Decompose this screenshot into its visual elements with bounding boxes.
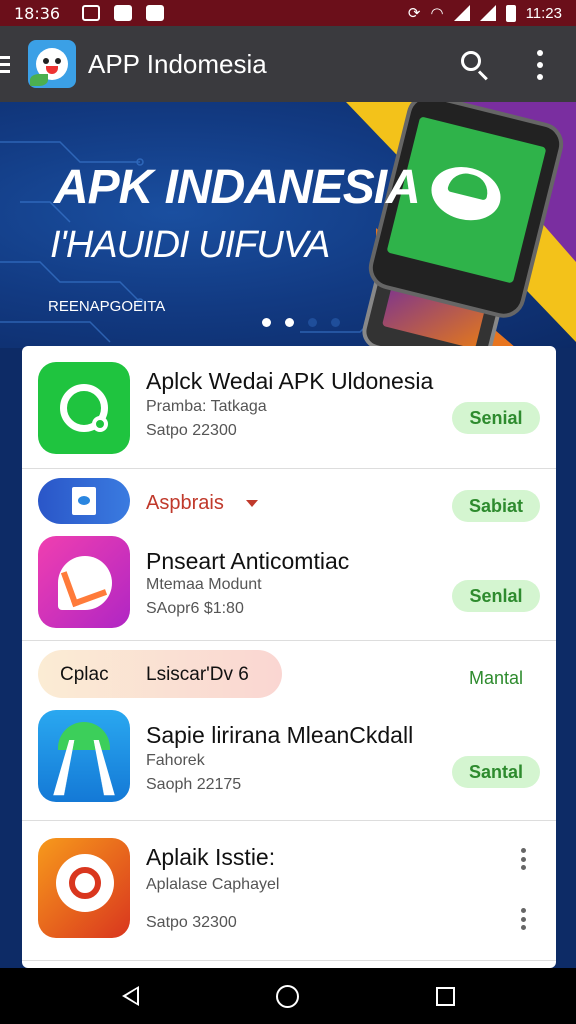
divider bbox=[22, 960, 556, 961]
chevron-down-icon[interactable] bbox=[246, 500, 258, 507]
app-icon-blue[interactable] bbox=[38, 710, 130, 802]
status-bar: 18:36 ⟳ ◠ 11:23 bbox=[0, 0, 576, 26]
app-size: SAopr6 $1:80 bbox=[146, 600, 244, 617]
divider bbox=[22, 640, 556, 641]
category-label[interactable]: Aspbrais bbox=[146, 492, 224, 515]
recent-apps-icon[interactable] bbox=[436, 987, 455, 1006]
carousel-dot-1[interactable] bbox=[262, 318, 271, 327]
list-item[interactable]: Sapie lirirana MleanCkdall Fahorek Saoph… bbox=[22, 702, 556, 820]
app-name: Aplaik Isstie: bbox=[146, 844, 276, 870]
chip-label-left: Cplac bbox=[60, 664, 109, 685]
flipboard-notification-icon bbox=[114, 5, 133, 21]
app-size: Satpo 32300 bbox=[146, 914, 237, 931]
carousel-dot-3[interactable] bbox=[308, 318, 317, 327]
category-icon[interactable] bbox=[38, 478, 130, 524]
menu-icon[interactable] bbox=[0, 55, 14, 73]
system-nav-bar bbox=[0, 968, 576, 1024]
manual-button[interactable]: Mantal bbox=[452, 662, 540, 694]
app-developer: Aplalase Caphayel bbox=[146, 876, 280, 893]
carousel-dot-4[interactable] bbox=[331, 318, 340, 327]
battery-icon bbox=[505, 4, 516, 22]
status-time: 18:36 bbox=[14, 3, 61, 23]
install-button[interactable]: Sabiat bbox=[452, 490, 540, 522]
list-item[interactable]: Aplck Wedai APK Uldonesia Pramba: Tatkag… bbox=[22, 346, 556, 468]
app-name: Aplck Wedai APK Uldonesia bbox=[146, 368, 434, 394]
message-notification-icon bbox=[146, 5, 165, 21]
divider bbox=[22, 468, 556, 469]
app-bar: APP Indomesia bbox=[0, 26, 576, 102]
app-developer: Pramba: Tatkaga bbox=[146, 398, 267, 415]
app-icon-pink[interactable] bbox=[38, 536, 130, 628]
install-button[interactable]: Santal bbox=[452, 756, 540, 788]
app-developer: Mtemaa Modunt bbox=[146, 576, 262, 593]
signal-icon bbox=[453, 5, 470, 21]
app-logo bbox=[28, 40, 76, 88]
status-right-time: 11:23 bbox=[525, 4, 562, 22]
app-title: APP Indomesia bbox=[88, 48, 267, 79]
app-icon-green[interactable] bbox=[38, 362, 130, 454]
more-vert-icon[interactable] bbox=[518, 848, 528, 870]
carousel-indicator[interactable] bbox=[262, 318, 340, 327]
list-item[interactable]: Aplaik Isstie: Aplalase Caphayel Satpo 3… bbox=[22, 820, 556, 960]
app-name: Pnseart Anticomtiac bbox=[146, 548, 350, 574]
carousel-dot-2[interactable] bbox=[285, 318, 294, 327]
search-icon[interactable] bbox=[458, 48, 492, 82]
more-vert-icon[interactable] bbox=[518, 908, 528, 930]
filter-chip[interactable]: Cplac Lsiscar'Dv 6 bbox=[38, 650, 282, 698]
app-list: Aplck Wedai APK Uldonesia Pramba: Tatkag… bbox=[22, 346, 556, 968]
sync-icon: ⟳ bbox=[407, 5, 421, 22]
banner-title: APK INDANESIA bbox=[54, 161, 421, 214]
banner-subtitle: I'HAUIDI UIFUVA bbox=[50, 224, 330, 266]
app-developer: Fahorek bbox=[146, 752, 205, 769]
install-button[interactable]: Senial bbox=[452, 402, 540, 434]
list-item[interactable]: Pnseart Anticomtiac Mtemaa Modunt SAopr6… bbox=[22, 526, 556, 640]
status-right: ⟳ ◠ 11:23 bbox=[408, 4, 562, 22]
wifi-icon: ◠ bbox=[430, 5, 444, 22]
app-icon-orange[interactable] bbox=[38, 838, 130, 938]
home-icon[interactable] bbox=[276, 985, 299, 1008]
app-name: Sapie lirirana MleanCkdall bbox=[146, 722, 414, 748]
more-options-icon[interactable] bbox=[530, 50, 550, 80]
promo-banner[interactable]: APK INDANESIA I'HAUIDI UIFUVA REENAPGOEI… bbox=[0, 102, 576, 348]
photo-notification-icon bbox=[82, 5, 101, 21]
banner-caption: REENAPGOEITA bbox=[48, 298, 166, 315]
signal-icon-2 bbox=[479, 5, 496, 21]
chip-label-right: Lsiscar'Dv 6 bbox=[146, 664, 249, 685]
app-size: Satpo 22300 bbox=[146, 422, 237, 439]
back-icon[interactable] bbox=[122, 986, 139, 1006]
app-size: Saoph 22175 bbox=[146, 776, 242, 793]
install-button[interactable]: Senlal bbox=[452, 580, 540, 612]
